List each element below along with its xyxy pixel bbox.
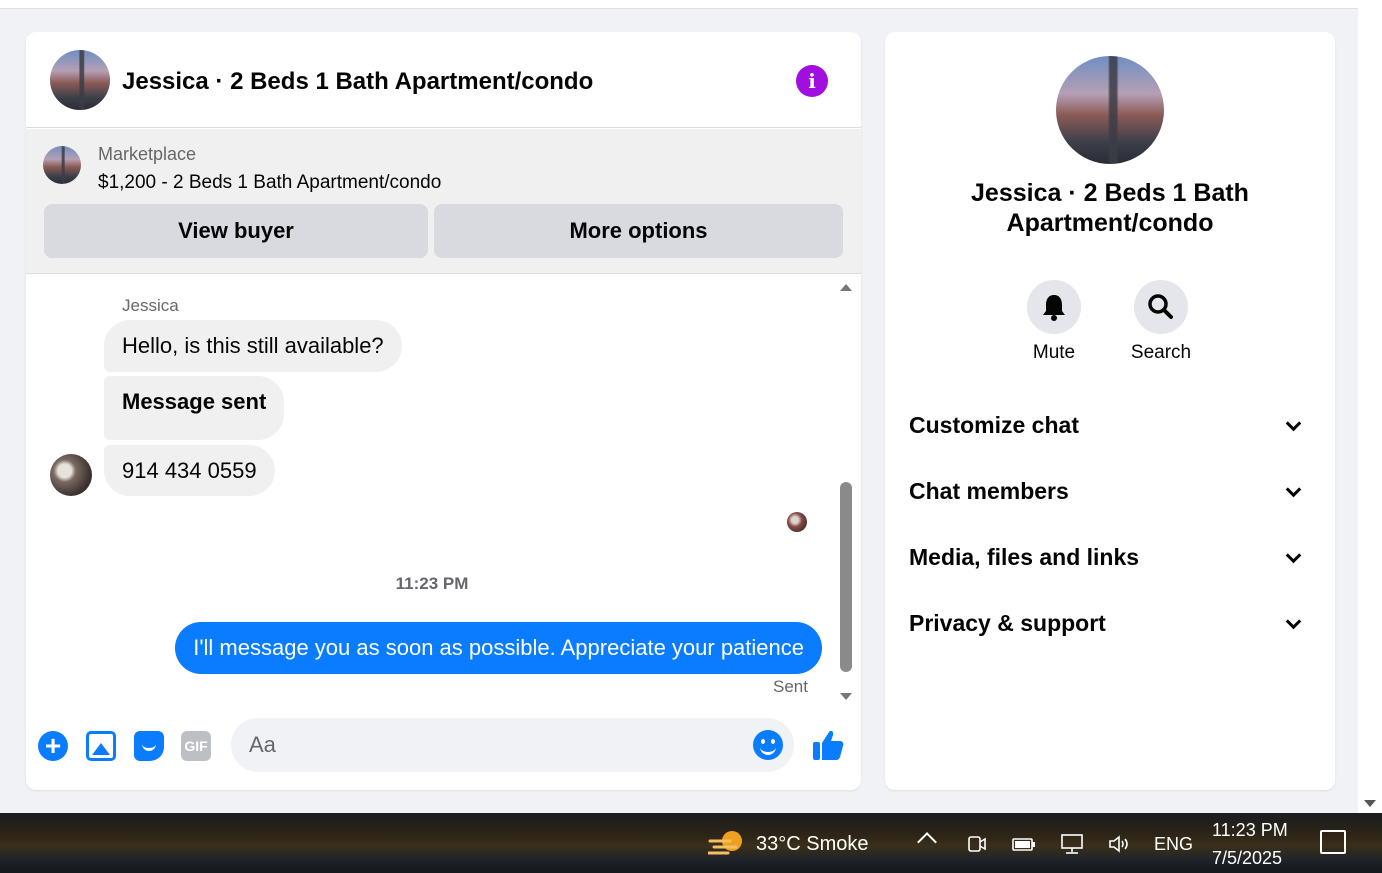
plus-icon[interactable]: + bbox=[38, 731, 68, 761]
message-input[interactable] bbox=[249, 718, 739, 772]
gif-icon[interactable]: GIF bbox=[181, 731, 211, 761]
sticker-icon[interactable] bbox=[134, 731, 164, 761]
search-label: Search bbox=[1130, 342, 1192, 363]
outgoing-message[interactable]: I'll message you as soon as possible. Ap… bbox=[175, 622, 822, 674]
more-options-button[interactable]: More options bbox=[434, 204, 843, 258]
chevron-down-icon bbox=[1285, 415, 1302, 432]
chevron-down-icon bbox=[1285, 547, 1302, 564]
chat-avatar[interactable] bbox=[50, 50, 110, 110]
network-icon[interactable] bbox=[1060, 833, 1084, 855]
meet-now-icon[interactable] bbox=[966, 833, 988, 855]
search-button[interactable] bbox=[1134, 280, 1188, 334]
incoming-message[interactable]: Message sent bbox=[104, 376, 285, 440]
messages-scrollbar[interactable] bbox=[838, 280, 854, 700]
taskbar: 33°C Smoke ENG 11:23 PM 7/5/2025 bbox=[0, 813, 1382, 873]
message-timestamp: 11:23 PM bbox=[395, 574, 469, 593]
message-composer: + GIF bbox=[26, 712, 861, 784]
section-privacy-support[interactable]: Privacy & support bbox=[909, 602, 1311, 646]
info-icon[interactable]: i bbox=[796, 65, 828, 97]
sender-avatar[interactable] bbox=[50, 454, 92, 496]
section-media-files-links[interactable]: Media, files and links bbox=[909, 536, 1311, 580]
clock-date[interactable]: 7/5/2025 bbox=[1212, 848, 1282, 869]
listing-title[interactable]: $1,200 - 2 Beds 1 Bath Apartment/condo bbox=[98, 172, 441, 194]
seen-indicator-avatar bbox=[787, 512, 807, 532]
marketplace-label: Marketplace bbox=[98, 144, 197, 164]
show-hidden-icons-chevron[interactable] bbox=[917, 832, 937, 852]
section-label: Customize chat bbox=[909, 412, 1079, 438]
section-chat-members[interactable]: Chat members bbox=[909, 470, 1311, 514]
mute-label: Mute bbox=[1032, 342, 1076, 363]
language-indicator[interactable]: ENG bbox=[1154, 834, 1193, 855]
page-scrollbar[interactable] bbox=[1358, 0, 1382, 813]
scroll-down-arrow[interactable] bbox=[840, 693, 852, 700]
photo-icon[interactable] bbox=[86, 731, 116, 761]
chat-panel: Jessica · 2 Beds 1 Bath Apartment/condo … bbox=[26, 32, 861, 790]
chat-header: Jessica · 2 Beds 1 Bath Apartment/condo … bbox=[26, 32, 861, 128]
chevron-down-icon bbox=[1285, 481, 1302, 498]
notification-icon[interactable] bbox=[1320, 830, 1346, 854]
weather-icon[interactable] bbox=[708, 827, 744, 859]
mute-action[interactable]: Mute bbox=[1004, 280, 1104, 364]
sender-name: Jessica bbox=[122, 296, 179, 315]
profile-title: Jessica · 2 Beds 1 Bath Apartment/condo bbox=[971, 179, 1249, 237]
marketplace-banner: Marketplace $1,200 - 2 Beds 1 Bath Apart… bbox=[26, 129, 861, 274]
profile-avatar[interactable] bbox=[1056, 56, 1164, 164]
like-icon[interactable] bbox=[811, 728, 845, 762]
clock-time[interactable]: 11:23 PM bbox=[1212, 820, 1288, 841]
scroll-down-arrow[interactable] bbox=[1364, 800, 1376, 807]
section-customize-chat[interactable]: Customize chat bbox=[909, 404, 1311, 448]
search-icon bbox=[1148, 294, 1173, 319]
listing-thumbnail[interactable] bbox=[43, 146, 81, 184]
top-strip bbox=[0, 0, 1358, 9]
incoming-message[interactable]: 914 434 0559 bbox=[104, 445, 275, 496]
conversation-info-panel: Jessica · 2 Beds 1 Bath Apartment/condo … bbox=[885, 32, 1335, 790]
message-list: Jessica Hello, is this still available? … bbox=[26, 274, 861, 704]
scroll-up-arrow[interactable] bbox=[840, 284, 852, 291]
section-label: Media, files and links bbox=[909, 544, 1140, 570]
view-buyer-button[interactable]: View buyer bbox=[44, 204, 428, 258]
section-label: Chat members bbox=[909, 478, 1069, 504]
search-action[interactable]: Search bbox=[1111, 280, 1211, 364]
bell-icon bbox=[1043, 295, 1065, 321]
weather-text[interactable]: 33°C Smoke bbox=[756, 833, 869, 856]
chevron-down-icon bbox=[1285, 613, 1302, 630]
battery-icon[interactable] bbox=[1012, 835, 1036, 853]
mute-button[interactable] bbox=[1027, 280, 1081, 334]
incoming-message[interactable]: Hello, is this still available? bbox=[104, 320, 402, 372]
message-input-wrapper[interactable] bbox=[231, 718, 794, 772]
chat-title[interactable]: Jessica · 2 Beds 1 Bath Apartment/condo bbox=[122, 68, 593, 96]
section-label: Privacy & support bbox=[909, 610, 1106, 636]
emoji-icon[interactable] bbox=[753, 730, 783, 760]
sent-status: Sent bbox=[773, 677, 808, 696]
volume-icon[interactable] bbox=[1107, 833, 1133, 855]
scroll-thumb[interactable] bbox=[840, 482, 852, 672]
